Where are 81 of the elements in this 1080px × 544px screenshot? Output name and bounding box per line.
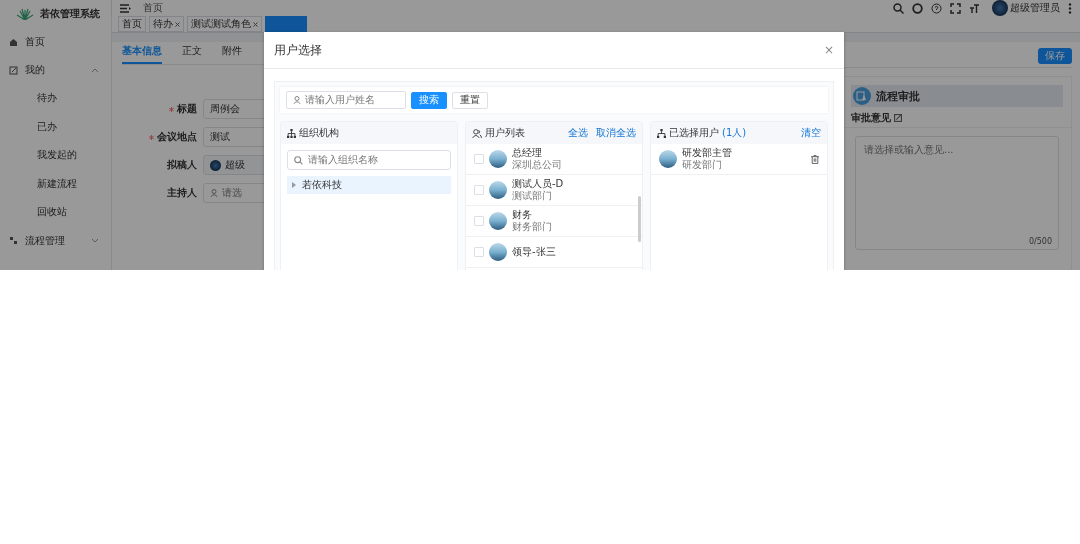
selected-count: (1人) <box>722 126 747 140</box>
plant-logo-icon <box>16 8 34 20</box>
org-search-field[interactable]: 请输入组织名称 <box>287 150 451 170</box>
page-tag[interactable]: 测试测试角色 <box>187 16 262 32</box>
checkbox[interactable] <box>474 216 484 226</box>
breadcrumb[interactable]: 首页 <box>143 1 163 15</box>
search-button[interactable]: 搜索 <box>411 91 447 109</box>
checkbox[interactable] <box>474 185 484 195</box>
form-label: 标题 <box>177 102 197 116</box>
tab[interactable]: 附件 <box>222 44 242 64</box>
user-avatar <box>489 212 507 230</box>
approval-header: 流程审批 <box>851 85 1063 107</box>
department-name: 财务部门 <box>512 221 552 233</box>
reset-button[interactable]: 重置 <box>452 91 488 109</box>
app-title: 若依管理系统 <box>40 7 100 21</box>
org-chart-icon <box>287 128 296 138</box>
user-name: 总经理 <box>512 147 543 159</box>
user-avatar <box>489 150 507 168</box>
edit-icon[interactable] <box>894 114 902 122</box>
flask-document-icon <box>853 87 871 105</box>
dialog-title: 用户选择 <box>274 41 322 59</box>
sidebar-subitem[interactable]: 已办 <box>0 112 111 141</box>
close-button[interactable]: × <box>823 43 834 57</box>
character-counter: 0/500 <box>1028 237 1052 246</box>
checkbox[interactable] <box>474 247 484 257</box>
user-avatar <box>659 150 677 168</box>
caret-icon[interactable] <box>291 182 296 188</box>
fullscreen-icon[interactable] <box>950 2 961 14</box>
search-icon[interactable] <box>893 2 904 14</box>
more-icon[interactable] <box>1068 2 1072 14</box>
user-icon <box>210 189 218 197</box>
sidebar-subitem[interactable]: 回收站 <box>0 198 111 227</box>
department-name: 研发部门 <box>682 159 723 171</box>
user-name: 研发部主管 <box>682 147 732 159</box>
user-avatar <box>210 159 221 171</box>
user-name[interactable]: 超级管理员 <box>1010 1 1060 15</box>
page-tag[interactable]: 待办 <box>149 16 184 32</box>
menu-icon <box>9 236 18 245</box>
checkbox[interactable] <box>474 154 484 164</box>
menu-icon <box>9 65 18 75</box>
tab[interactable]: 正文 <box>182 44 202 64</box>
form-label: 会议地点 <box>157 130 197 144</box>
username-search-field[interactable]: 请输入用户姓名 <box>286 91 406 109</box>
user-name: 财务 <box>512 209 532 221</box>
org-chart-icon <box>657 128 666 138</box>
help-icon[interactable] <box>931 2 942 14</box>
form-label: 主持人 <box>167 186 197 200</box>
user-name: 领导-张三 <box>512 246 556 258</box>
close-icon[interactable] <box>253 21 258 27</box>
panel-title: 组织机构 <box>299 126 339 140</box>
panel-title: 已选择用户 <box>669 126 719 140</box>
department-name: 测试部门 <box>512 190 553 202</box>
form-label: 拟稿人 <box>167 158 197 172</box>
users-icon <box>472 128 482 138</box>
sidebar-subitem[interactable]: 待办 <box>0 84 111 113</box>
page-tag[interactable]: 首页 <box>118 16 146 32</box>
menu-icon <box>9 37 18 47</box>
close-icon[interactable] <box>175 21 180 27</box>
user-avatar <box>489 243 507 261</box>
trash-icon[interactable] <box>811 154 819 164</box>
search-icon <box>294 155 303 165</box>
user-icon <box>293 96 301 104</box>
sidebar-item[interactable]: 我的 <box>0 56 111 84</box>
deselect-all-link[interactable]: 取消全选 <box>596 126 636 140</box>
user-name: 测试人员-D <box>512 178 564 190</box>
clear-link[interactable]: 清空 <box>801 126 821 140</box>
panel-title: 用户列表 <box>485 126 525 140</box>
opinion-label: 审批意见 <box>851 111 891 125</box>
sidebar-subitem[interactable]: 我发起的 <box>0 141 111 170</box>
opinion-textarea[interactable]: 请选择或输入意见... 0/500 <box>855 136 1059 250</box>
user-avatar[interactable] <box>992 0 1008 16</box>
menu-icon[interactable] <box>120 3 131 13</box>
font-size-icon[interactable] <box>969 2 980 14</box>
user-avatar <box>489 181 507 199</box>
sidebar-subitem[interactable]: 新建流程 <box>0 169 111 198</box>
select-all-link[interactable]: 全选 <box>568 126 588 140</box>
sidebar-item[interactable]: 首页 <box>0 28 111 56</box>
tree-node[interactable]: 若依科技 <box>287 176 451 194</box>
department-name: 深圳总公司 <box>512 159 562 171</box>
sidebar-item[interactable]: 流程管理 <box>0 226 111 255</box>
scrollbar[interactable] <box>638 196 641 242</box>
